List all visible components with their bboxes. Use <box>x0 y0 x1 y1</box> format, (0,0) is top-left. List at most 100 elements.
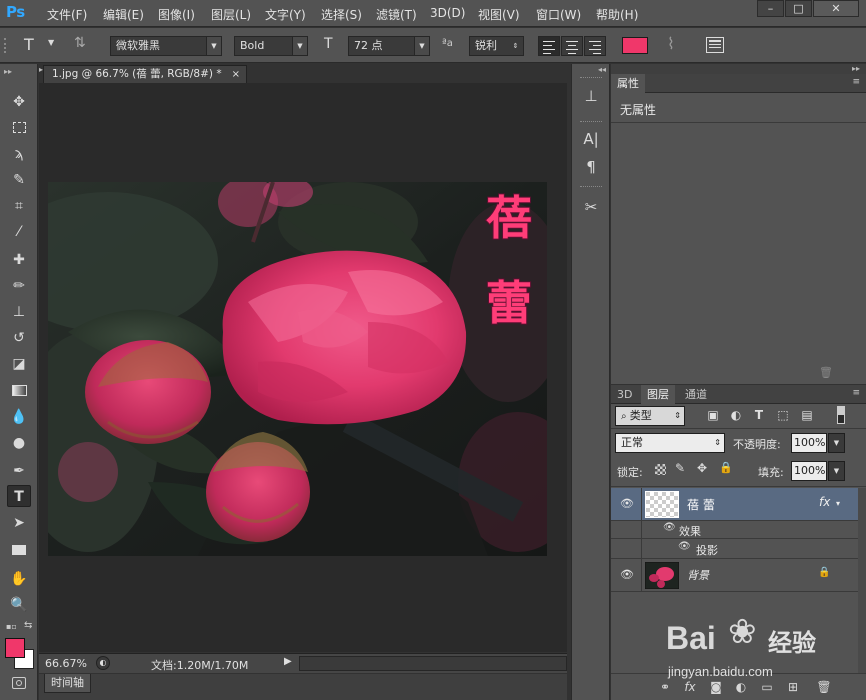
default-colors-icon[interactable]: ▪▫ <box>6 622 17 631</box>
eyedropper-tool-icon[interactable]: ⁄ <box>7 221 31 243</box>
collapse-icon[interactable]: ▸ <box>39 65 43 83</box>
collapse-icon[interactable]: ◂◂ <box>598 65 606 74</box>
zoom-level[interactable]: 66.67% <box>45 657 87 670</box>
healing-brush-tool-icon[interactable]: ✚ <box>7 249 31 271</box>
panel-menu-icon[interactable]: ≡ <box>852 77 860 87</box>
layer-name[interactable]: 蓓 蕾 <box>687 496 715 513</box>
lock-all-icon[interactable]: 🔒 <box>719 461 733 474</box>
lock-pixels-icon[interactable]: ✎ <box>675 461 685 475</box>
opacity-slider-button[interactable]: ▼ <box>828 433 845 453</box>
horizontal-scrollbar[interactable] <box>299 656 567 671</box>
gradient-tool-icon[interactable] <box>7 380 31 402</box>
dodge-tool-icon[interactable]: ● <box>7 432 31 454</box>
fill-input[interactable]: 100% <box>791 461 827 481</box>
tab-channels[interactable]: 通道 <box>679 385 713 404</box>
menu-type[interactable]: 文字(Y) <box>265 6 306 23</box>
pen-tool-icon[interactable]: ✒ <box>7 460 31 482</box>
status-menu-arrow-icon[interactable]: ▶ <box>284 656 292 667</box>
blend-mode-dropdown[interactable]: 正常 ⇕ <box>615 433 725 453</box>
character-panel-icon[interactable]: A| <box>580 129 602 149</box>
visibility-eye-icon[interactable]: 👁 <box>620 568 634 581</box>
font-family-dropdown[interactable]: 微软雅黑 ▼ <box>110 36 222 56</box>
menu-select[interactable]: 选择(S) <box>321 6 362 23</box>
filter-smart-object-icon[interactable]: ▤ <box>799 407 815 423</box>
menu-image[interactable]: 图像(I) <box>158 6 195 23</box>
close-document-icon[interactable]: × <box>232 66 240 83</box>
type-tool-icon[interactable]: T <box>7 485 31 507</box>
marquee-tool-icon[interactable] <box>7 117 31 139</box>
lock-position-icon[interactable]: ✥ <box>697 461 707 475</box>
tool-presets-icon[interactable]: ✂ <box>580 197 602 217</box>
effects-row[interactable]: 👁 效果 <box>611 521 858 539</box>
menu-help[interactable]: 帮助(H) <box>596 6 638 23</box>
chevron-down-icon[interactable]: ▼ <box>48 38 54 47</box>
menu-view[interactable]: 视图(V) <box>478 6 520 23</box>
tab-layers[interactable]: 图层 <box>641 385 675 404</box>
menu-file[interactable]: 文件(F) <box>47 6 87 23</box>
lock-transparent-icon[interactable] <box>655 464 666 475</box>
menu-window[interactable]: 窗口(W) <box>536 6 581 23</box>
menu-edit[interactable]: 编辑(E) <box>103 6 144 23</box>
fill-slider-button[interactable]: ▼ <box>828 461 845 481</box>
font-size-dropdown[interactable]: 72 点 ▼ <box>348 36 430 56</box>
opacity-input[interactable]: 100% <box>791 433 827 453</box>
swap-colors-icon[interactable]: ⇆ <box>24 620 32 631</box>
history-brush-tool-icon[interactable]: ↺ <box>7 327 31 349</box>
align-right-button[interactable] <box>584 36 606 56</box>
layer-effects-fx-icon[interactable]: fx <box>819 495 830 509</box>
eraser-tool-icon[interactable]: ◪ <box>7 353 31 375</box>
brush-tool-icon[interactable]: ✏ <box>7 275 31 297</box>
filter-shape-icon[interactable]: ⬚ <box>775 407 791 423</box>
effects-eye-icon[interactable]: 👁 <box>663 522 676 533</box>
tab-properties[interactable]: 属性 <box>611 74 645 93</box>
font-style-dropdown[interactable]: Bold ▼ <box>234 36 308 56</box>
drop-shadow-row[interactable]: 👁 投影 <box>611 539 858 559</box>
blur-tool-icon[interactable]: 💧 <box>7 406 31 428</box>
filter-toggle[interactable] <box>837 406 845 424</box>
document-image[interactable]: 蓓 蕾 <box>48 182 547 556</box>
anti-alias-dropdown[interactable]: 锐利 ⇕ <box>469 36 524 56</box>
drop-shadow-eye-icon[interactable]: 👁 <box>678 541 691 552</box>
filter-adjustment-icon[interactable]: ◐ <box>728 407 744 423</box>
filter-type-icon[interactable]: T <box>751 407 767 423</box>
maximize-button[interactable]: □ <box>785 0 812 17</box>
text-color-swatch[interactable] <box>622 37 648 54</box>
expand-effects-icon[interactable]: ▾ <box>836 499 840 508</box>
layer-row-text[interactable]: 👁 蓓 蕾 fx ▾ <box>611 488 858 521</box>
menu-filter[interactable]: 滤镜(T) <box>376 6 417 23</box>
warp-text-icon[interactable]: ⌇ <box>667 34 675 53</box>
zoom-tool-icon[interactable]: 🔍 <box>7 594 31 616</box>
path-select-tool-icon[interactable]: ➤ <box>7 512 31 534</box>
collapse-icon[interactable]: ▸▸ <box>852 64 860 73</box>
status-info-icon[interactable]: ◐ <box>96 656 110 670</box>
filter-pixel-icon[interactable]: ▣ <box>705 407 721 423</box>
align-left-button[interactable] <box>538 36 560 56</box>
type-tool-preset-icon[interactable]: T <box>24 35 34 54</box>
minimize-button[interactable]: – <box>757 0 784 17</box>
quick-mask-icon[interactable] <box>12 677 26 689</box>
hand-tool-icon[interactable]: ✋ <box>7 568 31 590</box>
layer-filter-dropdown[interactable]: ⌕ 类型 ⇕ <box>615 406 685 426</box>
rectangle-tool-icon[interactable] <box>7 539 31 561</box>
layer-row-background[interactable]: 👁 背景 🔒 <box>611 559 858 592</box>
paragraph-panel-icon[interactable]: ¶ <box>580 157 602 177</box>
clone-stamp-tool-icon[interactable]: ⊥ <box>7 301 31 323</box>
history-panel-icon[interactable]: ⊥ <box>580 86 602 106</box>
move-tool-icon[interactable]: ✥ <box>7 91 31 113</box>
toggle-text-orientation-icon[interactable]: ⇅ <box>74 35 86 51</box>
panel-menu-icon[interactable]: ≡ <box>852 388 860 398</box>
trash-icon[interactable]: 🗑 <box>819 366 833 379</box>
character-panel-icon[interactable] <box>706 37 724 53</box>
align-center-button[interactable] <box>561 36 583 56</box>
menu-3d[interactable]: 3D(D) <box>430 6 465 20</box>
layer-lock-icon[interactable]: 🔒 <box>818 567 830 578</box>
quick-select-tool-icon[interactable]: ✎ <box>7 169 31 191</box>
menu-layer[interactable]: 图层(L) <box>211 6 251 23</box>
visibility-eye-icon[interactable]: 👁 <box>620 497 634 510</box>
close-button[interactable]: ✕ <box>813 0 859 17</box>
tab-3d[interactable]: 3D <box>611 385 638 404</box>
crop-tool-icon[interactable]: ⌗ <box>7 195 31 217</box>
foreground-color-swatch[interactable] <box>5 638 25 658</box>
timeline-tab[interactable]: 时间轴 <box>44 674 91 693</box>
document-tab[interactable]: 1.jpg @ 66.7% (蓓 蕾, RGB/8#) * × <box>43 65 247 83</box>
